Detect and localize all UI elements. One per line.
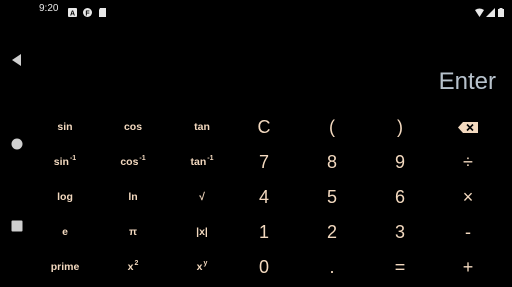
backspace-icon bbox=[458, 121, 478, 133]
key-label: ( bbox=[329, 116, 335, 137]
equals-key[interactable]: = bbox=[366, 250, 434, 284]
key-label: C bbox=[257, 116, 271, 137]
key-label: × bbox=[462, 186, 474, 207]
key-label: tan bbox=[190, 156, 207, 168]
key-label: + bbox=[462, 256, 474, 277]
key-label: 9 bbox=[394, 151, 405, 172]
key-label: 4 bbox=[258, 186, 269, 207]
key-label: 7 bbox=[258, 151, 269, 172]
key-label: = bbox=[394, 256, 406, 277]
key-label: log bbox=[57, 191, 73, 203]
key-label: tan bbox=[194, 121, 210, 133]
key-label: sin bbox=[57, 121, 73, 133]
digit-7-key[interactable]: 7 bbox=[230, 145, 298, 179]
digit-4-key[interactable]: 4 bbox=[230, 180, 298, 214]
key-label: ln bbox=[128, 191, 138, 203]
key-label: . bbox=[329, 256, 335, 277]
recents-icon[interactable] bbox=[10, 219, 24, 233]
signal-icon bbox=[486, 4, 495, 17]
key-label: e bbox=[62, 226, 68, 238]
key-label: 2 bbox=[326, 221, 337, 242]
key-label: 8 bbox=[326, 151, 337, 172]
app-a-icon: A bbox=[68, 4, 77, 18]
backspace-key[interactable] bbox=[434, 110, 502, 144]
open-paren-key[interactable]: ( bbox=[298, 110, 366, 144]
digit-3-key[interactable]: 3 bbox=[366, 215, 434, 249]
key-label: √ bbox=[199, 191, 205, 203]
asin-key[interactable]: sin -1 bbox=[31, 145, 99, 179]
pi-key[interactable]: π bbox=[99, 215, 167, 249]
acos-key[interactable]: cos -1 bbox=[99, 145, 167, 179]
navigation-bar bbox=[0, 0, 34, 287]
prime-key[interactable]: prime bbox=[31, 250, 99, 284]
key-superscript: -1 bbox=[207, 154, 214, 162]
cos-key[interactable]: cos bbox=[99, 110, 167, 144]
wifi-icon bbox=[475, 4, 484, 17]
key-label: ÷ bbox=[463, 151, 473, 172]
svg-text:A: A bbox=[70, 11, 75, 18]
key-superscript: -1 bbox=[139, 154, 146, 162]
svg-text:F: F bbox=[85, 10, 90, 17]
digit-6-key[interactable]: 6 bbox=[366, 180, 434, 214]
square-key[interactable]: x2 bbox=[99, 250, 167, 284]
home-icon[interactable] bbox=[10, 137, 24, 151]
add-key[interactable]: + bbox=[434, 250, 502, 284]
digit-8-key[interactable]: 8 bbox=[298, 145, 366, 179]
clear-key[interactable]: C bbox=[230, 110, 298, 144]
key-label: prime bbox=[50, 261, 80, 273]
key-label: cos bbox=[120, 156, 139, 168]
key-label: 1 bbox=[258, 221, 269, 242]
key-label: 5 bbox=[326, 186, 337, 207]
key-label: 0 bbox=[258, 256, 269, 277]
multiply-key[interactable]: × bbox=[434, 180, 502, 214]
ln-key[interactable]: ln bbox=[99, 180, 167, 214]
key-superscript: y bbox=[203, 259, 208, 267]
divide-key[interactable]: ÷ bbox=[434, 145, 502, 179]
close-paren-key[interactable]: ) bbox=[366, 110, 434, 144]
key-label: |x| bbox=[196, 226, 208, 238]
key-label: π bbox=[128, 226, 138, 238]
key-label: cos bbox=[123, 121, 143, 133]
key-label: ) bbox=[397, 116, 403, 137]
key-label: 3 bbox=[394, 221, 405, 242]
subtract-key[interactable]: - bbox=[434, 215, 502, 249]
key-label: - bbox=[465, 221, 471, 242]
key-label: 6 bbox=[394, 186, 405, 207]
power-key[interactable]: xy bbox=[168, 250, 236, 284]
e-key[interactable]: e bbox=[31, 215, 99, 249]
log-key[interactable]: log bbox=[31, 180, 99, 214]
key-superscript: -1 bbox=[69, 154, 77, 162]
tan-key[interactable]: tan bbox=[168, 110, 236, 144]
calculator-display: Enter bbox=[438, 68, 496, 95]
status-bar: 9:20 A F bbox=[0, 0, 512, 18]
sd-card-icon bbox=[98, 4, 107, 17]
battery-icon bbox=[498, 4, 504, 17]
key-label: x bbox=[127, 261, 134, 273]
back-icon[interactable] bbox=[10, 53, 24, 67]
key-superscript: 2 bbox=[134, 259, 139, 267]
decimal-key[interactable]: . bbox=[298, 250, 366, 284]
digit-1-key[interactable]: 1 bbox=[230, 215, 298, 249]
abs-key[interactable]: |x| bbox=[168, 215, 236, 249]
digit-2-key[interactable]: 2 bbox=[298, 215, 366, 249]
atan-key[interactable]: tan -1 bbox=[168, 145, 236, 179]
digit-9-key[interactable]: 9 bbox=[366, 145, 434, 179]
status-time: 9:20 bbox=[39, 3, 59, 14]
key-label: sin bbox=[53, 156, 69, 168]
sqrt-key[interactable]: √ bbox=[168, 180, 236, 214]
key-label: x bbox=[196, 261, 203, 273]
app-f-icon: F bbox=[83, 4, 92, 17]
digit-5-key[interactable]: 5 bbox=[298, 180, 366, 214]
digit-0-key[interactable]: 0 bbox=[230, 250, 298, 284]
sin-key[interactable]: sin bbox=[31, 110, 99, 144]
